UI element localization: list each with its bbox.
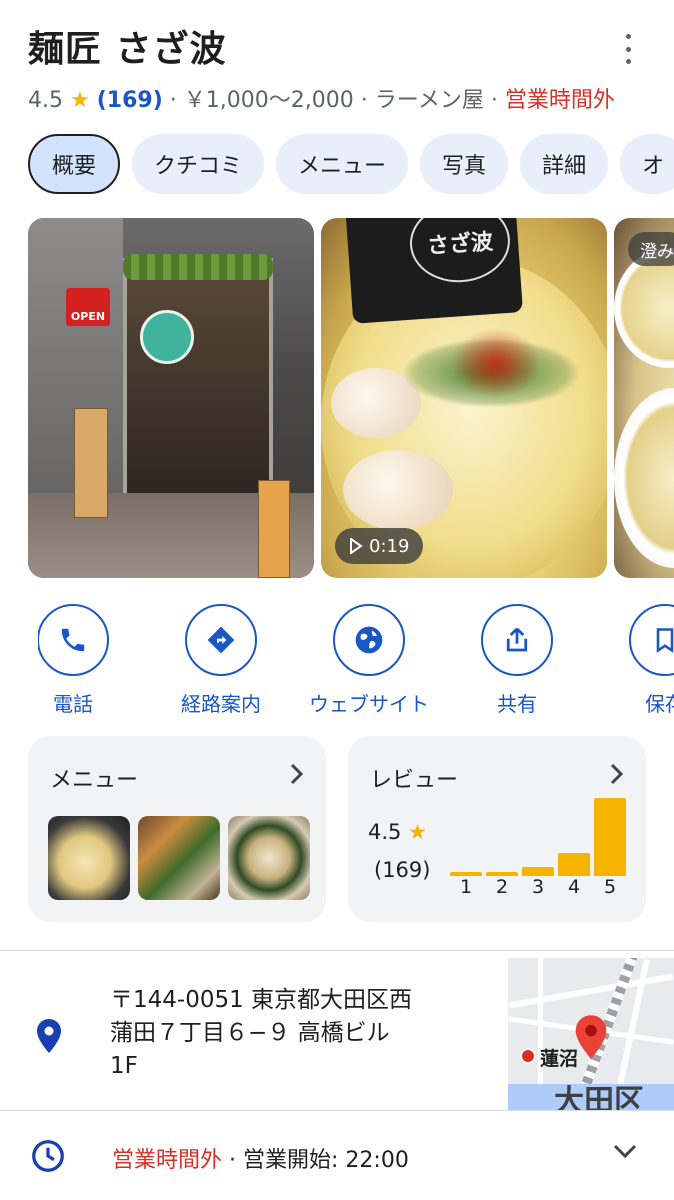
share-icon[interactable] xyxy=(481,604,553,676)
video-duration-badge: 0:19 xyxy=(335,528,424,564)
meta-separator: · xyxy=(169,88,177,113)
summary-cards: メニュー レビュー 4.5 ★ (169) 12345 xyxy=(28,736,674,922)
category: ラーメン屋 xyxy=(374,88,484,113)
place-meta: 4.5 ★ (169) · ￥1,000～2,000 · ラーメン屋 · 営業時… xyxy=(28,82,615,114)
call-label: 電話 xyxy=(53,692,93,714)
directions-label: 経路案内 xyxy=(181,692,261,714)
review-score: 4.5 ★ xyxy=(368,820,427,844)
hours-text: 営業時間外 · 営業開始: 22:00 xyxy=(112,1142,409,1174)
ramen-video[interactable]: さざ波 0:19 xyxy=(321,218,607,578)
directions-icon[interactable] xyxy=(185,604,257,676)
rating-bar-label: 5 xyxy=(603,876,617,898)
globe-icon[interactable] xyxy=(333,604,405,676)
tab-details[interactable]: 詳細 xyxy=(520,134,609,194)
map-pin-icon xyxy=(574,1014,608,1064)
call-button[interactable]: 電話 xyxy=(38,604,143,714)
meta-separator: · xyxy=(490,88,498,113)
review-count: (169) xyxy=(374,858,431,882)
station-marker-icon xyxy=(520,1048,536,1064)
menu-thumbnails xyxy=(48,816,310,900)
open-sign: OPEN xyxy=(66,288,110,326)
website-button[interactable]: ウェブサイト xyxy=(299,604,439,714)
star-icon: ★ xyxy=(70,88,90,113)
menu-thumbnail[interactable] xyxy=(138,816,220,900)
address-line: 〒144-0051 東京都大田区西 xyxy=(110,987,413,1013)
save-label: 保存 xyxy=(645,692,674,714)
divider xyxy=(0,950,674,951)
rating-value: 4.5 xyxy=(28,88,63,113)
rating-bar-4 xyxy=(558,853,590,876)
photo-carousel[interactable]: OPEN さざ波 0:19 澄み xyxy=(28,218,674,578)
open-status: 営業時間外 xyxy=(504,88,615,113)
nori-logo: さざ波 xyxy=(407,218,513,286)
chevron-down-icon[interactable] xyxy=(612,1142,638,1164)
storefront-photo[interactable]: OPEN xyxy=(28,218,314,578)
price-range: ￥1,000～2,000 xyxy=(183,88,354,113)
rating-bar-label: 1 xyxy=(459,876,473,898)
menu-thumbnail[interactable] xyxy=(228,816,310,900)
place-title: 麺匠 さざ波 xyxy=(28,29,227,70)
address-line: 蒲田７丁目６−９ 高橋ビル xyxy=(110,1020,390,1046)
open-board xyxy=(258,480,290,578)
website-label: ウェブサイト xyxy=(309,692,429,714)
action-bar: 電話 経路案内 ウェブサイト 共有 保存 xyxy=(38,604,674,714)
standing-board xyxy=(74,408,108,518)
map-station-label: 蓮沼 xyxy=(540,1048,579,1070)
tab-more[interactable]: オ xyxy=(620,134,674,194)
review-card-title: レビュー xyxy=(370,768,459,793)
tab-menu[interactable]: メニュー xyxy=(276,134,409,194)
tab-reviews[interactable]: クチコミ xyxy=(132,134,265,194)
address-line: 1F xyxy=(110,1053,138,1079)
hours-separator: · xyxy=(229,1148,237,1173)
nori-sheet: さざ波 xyxy=(345,218,523,324)
photo-badge: 澄み xyxy=(628,232,674,266)
review-card[interactable]: レビュー 4.5 ★ (169) 12345 xyxy=(348,736,646,922)
rating-bar-label: 2 xyxy=(495,876,509,898)
star-icon: ★ xyxy=(408,820,427,844)
clock-icon xyxy=(30,1138,66,1178)
shop-logo-sign xyxy=(140,310,194,364)
tab-bar: 概要 クチコミ メニュー 写真 詳細 オ xyxy=(28,134,674,194)
menu-card[interactable]: メニュー xyxy=(28,736,326,922)
more-options-icon[interactable] xyxy=(622,34,634,64)
rating-axis: 12345 xyxy=(450,876,630,900)
place-header: 麺匠 さざ波 4.5 ★ (169) · ￥1,000～2,000 · ラーメン… xyxy=(28,20,654,130)
address-text: 〒144-0051 東京都大田区西 蒲田７丁目６−９ 高橋ビル 1F xyxy=(110,984,480,1083)
address-row[interactable]: 〒144-0051 東京都大田区西 蒲田７丁目６−９ 高橋ビル 1F 蓮沼 大田… xyxy=(0,952,674,1110)
video-duration: 0:19 xyxy=(369,535,410,557)
map-ward-label: 大田区 xyxy=(554,1084,644,1110)
divider xyxy=(0,1110,674,1111)
rating-bar-label: 3 xyxy=(531,876,545,898)
directions-button[interactable]: 経路案内 xyxy=(151,604,291,714)
hours-status: 営業時間外 xyxy=(112,1148,223,1173)
phone-icon[interactable] xyxy=(38,604,109,676)
save-button[interactable]: 保存 xyxy=(595,604,674,714)
location-pin-icon xyxy=(36,1018,62,1058)
tab-overview[interactable]: 概要 xyxy=(28,134,121,194)
menu-card-title: メニュー xyxy=(50,768,139,793)
meta-separator: · xyxy=(360,88,368,113)
chevron-right-icon[interactable] xyxy=(608,762,624,792)
hours-opens: 営業開始: 22:00 xyxy=(243,1148,409,1173)
menu-thumbnail[interactable] xyxy=(48,816,130,900)
bookmark-icon[interactable] xyxy=(629,604,674,676)
rating-distribution-chart xyxy=(450,792,630,876)
map-thumbnail[interactable]: 蓮沼 大田区 xyxy=(508,958,674,1110)
share-label: 共有 xyxy=(497,692,537,714)
rating-bar-5 xyxy=(594,798,626,876)
review-score-value: 4.5 xyxy=(368,820,402,844)
ramen-photo-2[interactable]: 澄み xyxy=(614,218,674,578)
rating-bar-label: 4 xyxy=(567,876,581,898)
share-button[interactable]: 共有 xyxy=(447,604,587,714)
chevron-right-icon[interactable] xyxy=(288,762,304,792)
tab-photos[interactable]: 写真 xyxy=(420,134,509,194)
hours-row[interactable]: 営業時間外 · 営業開始: 22:00 xyxy=(0,1112,674,1200)
rating-bar-3 xyxy=(522,867,554,876)
play-icon xyxy=(350,538,363,554)
review-count-link[interactable]: (169) xyxy=(97,88,163,113)
